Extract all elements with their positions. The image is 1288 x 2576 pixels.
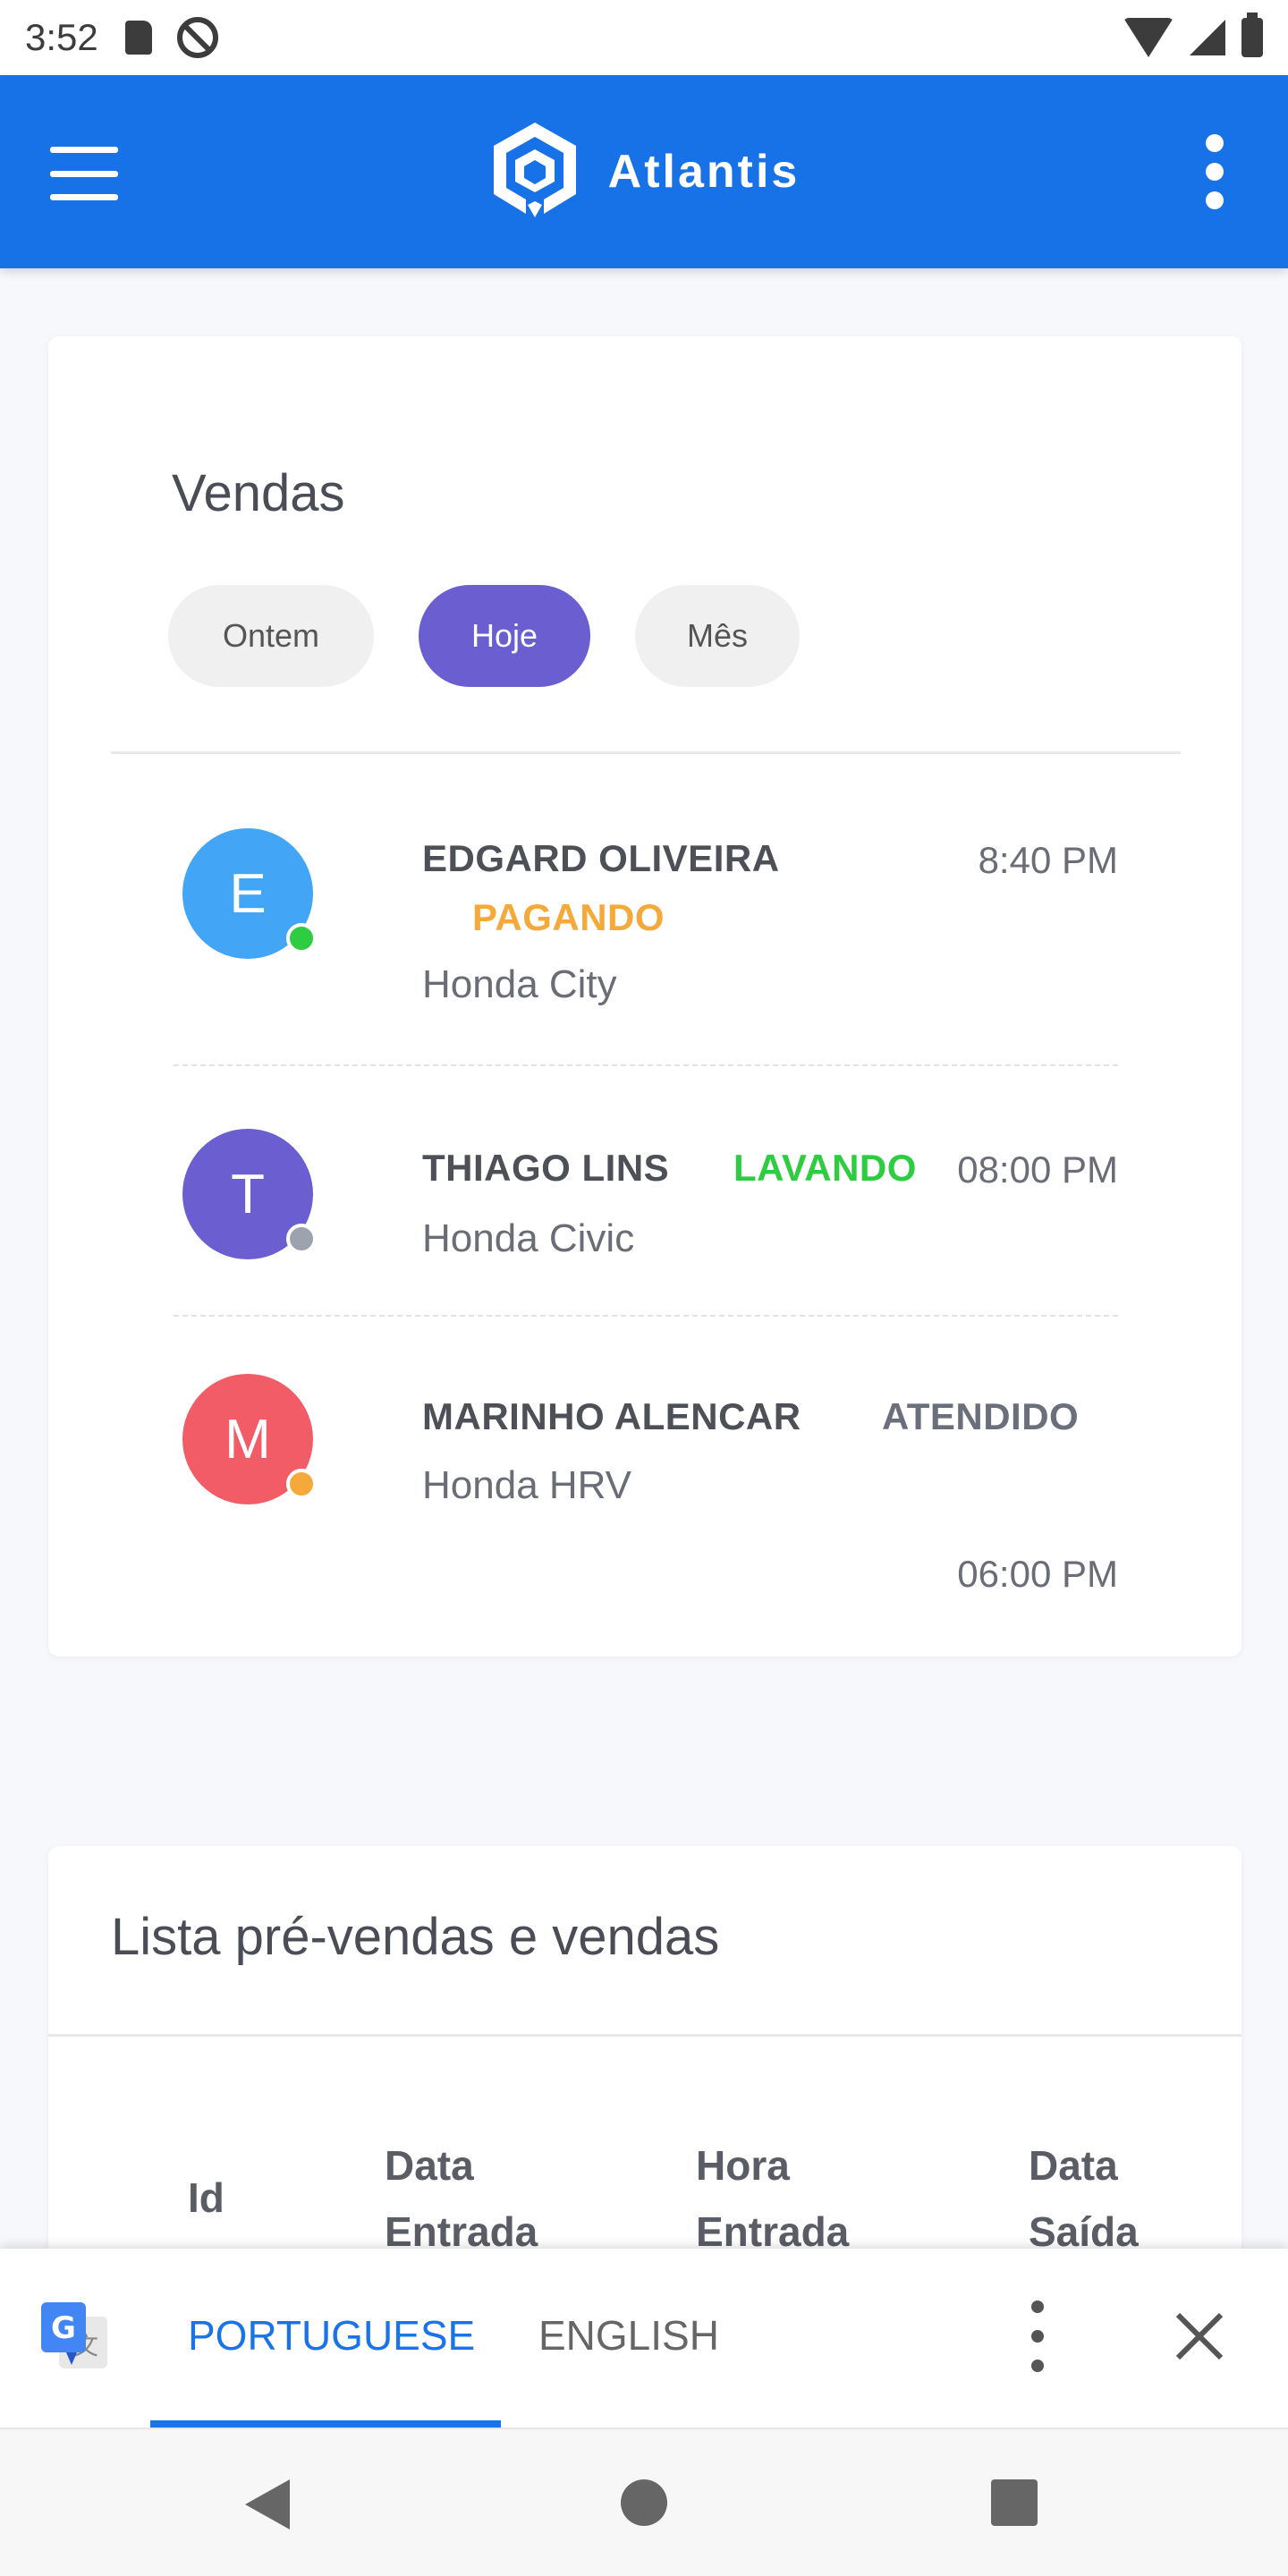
status-badge: LAVANDO bbox=[733, 1147, 917, 1189]
sd-card-icon bbox=[124, 21, 152, 55]
vehicle-model: Honda Civic bbox=[422, 1216, 635, 1260]
filter-hoje-button[interactable]: Hoje bbox=[419, 585, 590, 687]
divider bbox=[111, 751, 1181, 754]
home-icon[interactable] bbox=[621, 2479, 667, 2526]
sales-title: Vendas bbox=[172, 464, 345, 522]
column-header-hora-entrada[interactable]: Hora Entrada bbox=[696, 2132, 911, 2265]
google-translate-icon: 文 G bbox=[41, 2302, 107, 2368]
sale-time: 08:00 PM bbox=[957, 1148, 1118, 1191]
close-icon[interactable] bbox=[1174, 2309, 1227, 2363]
recent-apps-icon[interactable] bbox=[991, 2479, 1038, 2526]
translate-more-icon[interactable] bbox=[1027, 2301, 1048, 2372]
column-header-id[interactable]: Id bbox=[188, 2165, 225, 2231]
screen: 3:52 Atlantis Vendas Ontem Hoje Mês E ED… bbox=[0, 0, 1288, 2576]
presence-indicator bbox=[286, 923, 317, 953]
avatar: T bbox=[182, 1129, 317, 1259]
vehicle-model: Honda HRV bbox=[422, 1463, 631, 1507]
filter-mes-button[interactable]: Mês bbox=[635, 585, 800, 687]
avatar-initial: M bbox=[225, 1408, 271, 1470]
customer-name: EDGARD OLIVEIRA bbox=[422, 837, 780, 879]
atlantis-logo-icon bbox=[493, 123, 576, 217]
column-header-data-entrada[interactable]: Data Entrada bbox=[385, 2132, 599, 2265]
sale-list-item[interactable]: M MARINHO ALENCAR ATENDIDO Honda HRV 06:… bbox=[174, 1315, 1118, 1655]
app-bar: Atlantis bbox=[0, 75, 1288, 268]
column-header-data-saida[interactable]: Data Saída bbox=[1029, 2132, 1208, 2265]
vehicle-model: Honda City bbox=[422, 962, 617, 1006]
tab-english[interactable]: ENGLISH bbox=[538, 2311, 719, 2360]
sale-time: 8:40 PM bbox=[978, 839, 1118, 881]
more-options-icon[interactable] bbox=[1204, 134, 1225, 209]
active-tab-indicator bbox=[150, 2420, 501, 2428]
filter-ontem-button[interactable]: Ontem bbox=[168, 585, 374, 687]
sale-list-item[interactable]: T THIAGO LINS LAVANDO Honda Civic 08:00 … bbox=[174, 1064, 1118, 1315]
divider bbox=[48, 2034, 1241, 2037]
translate-bar: 文 G PORTUGUESE ENGLISH bbox=[0, 2249, 1288, 2428]
do-not-disturb-icon bbox=[176, 17, 218, 58]
status-bar: 3:52 bbox=[0, 0, 1288, 75]
period-filter: Ontem Hoje Mês bbox=[168, 585, 800, 687]
brand: Atlantis bbox=[488, 119, 801, 225]
menu-icon[interactable] bbox=[50, 147, 118, 200]
avatar-initial: T bbox=[231, 1163, 265, 1225]
status-badge: PAGANDO bbox=[472, 896, 665, 938]
battery-icon bbox=[1241, 13, 1263, 57]
status-time: 3:52 bbox=[25, 16, 98, 58]
system-nav-bar bbox=[0, 2428, 1288, 2576]
sale-time: 06:00 PM bbox=[957, 1553, 1118, 1595]
customer-name: THIAGO LINS bbox=[422, 1147, 670, 1189]
cell-signal-icon bbox=[1190, 20, 1225, 55]
back-icon[interactable] bbox=[245, 2479, 290, 2529]
sales-card: Vendas Ontem Hoje Mês E EDGARD OLIVEIRA … bbox=[48, 336, 1241, 1657]
wifi-icon bbox=[1123, 18, 1174, 57]
avatar: E bbox=[182, 828, 317, 959]
avatar: M bbox=[182, 1374, 317, 1504]
list-title: Lista pré-vendas e vendas bbox=[111, 1908, 720, 1966]
presence-indicator bbox=[286, 1469, 317, 1499]
app-title: Atlantis bbox=[607, 146, 801, 198]
avatar-initial: E bbox=[229, 862, 267, 925]
status-icons bbox=[1123, 13, 1263, 57]
svg-text:G: G bbox=[51, 2310, 76, 2346]
status-badge: ATENDIDO bbox=[882, 1395, 1080, 1437]
customer-name: MARINHO ALENCAR bbox=[422, 1395, 801, 1437]
presence-indicator bbox=[286, 1224, 317, 1254]
sale-list-item[interactable]: E EDGARD OLIVEIRA PAGANDO Honda City 8:4… bbox=[174, 819, 1118, 1064]
tab-portuguese[interactable]: PORTUGUESE bbox=[188, 2311, 475, 2360]
